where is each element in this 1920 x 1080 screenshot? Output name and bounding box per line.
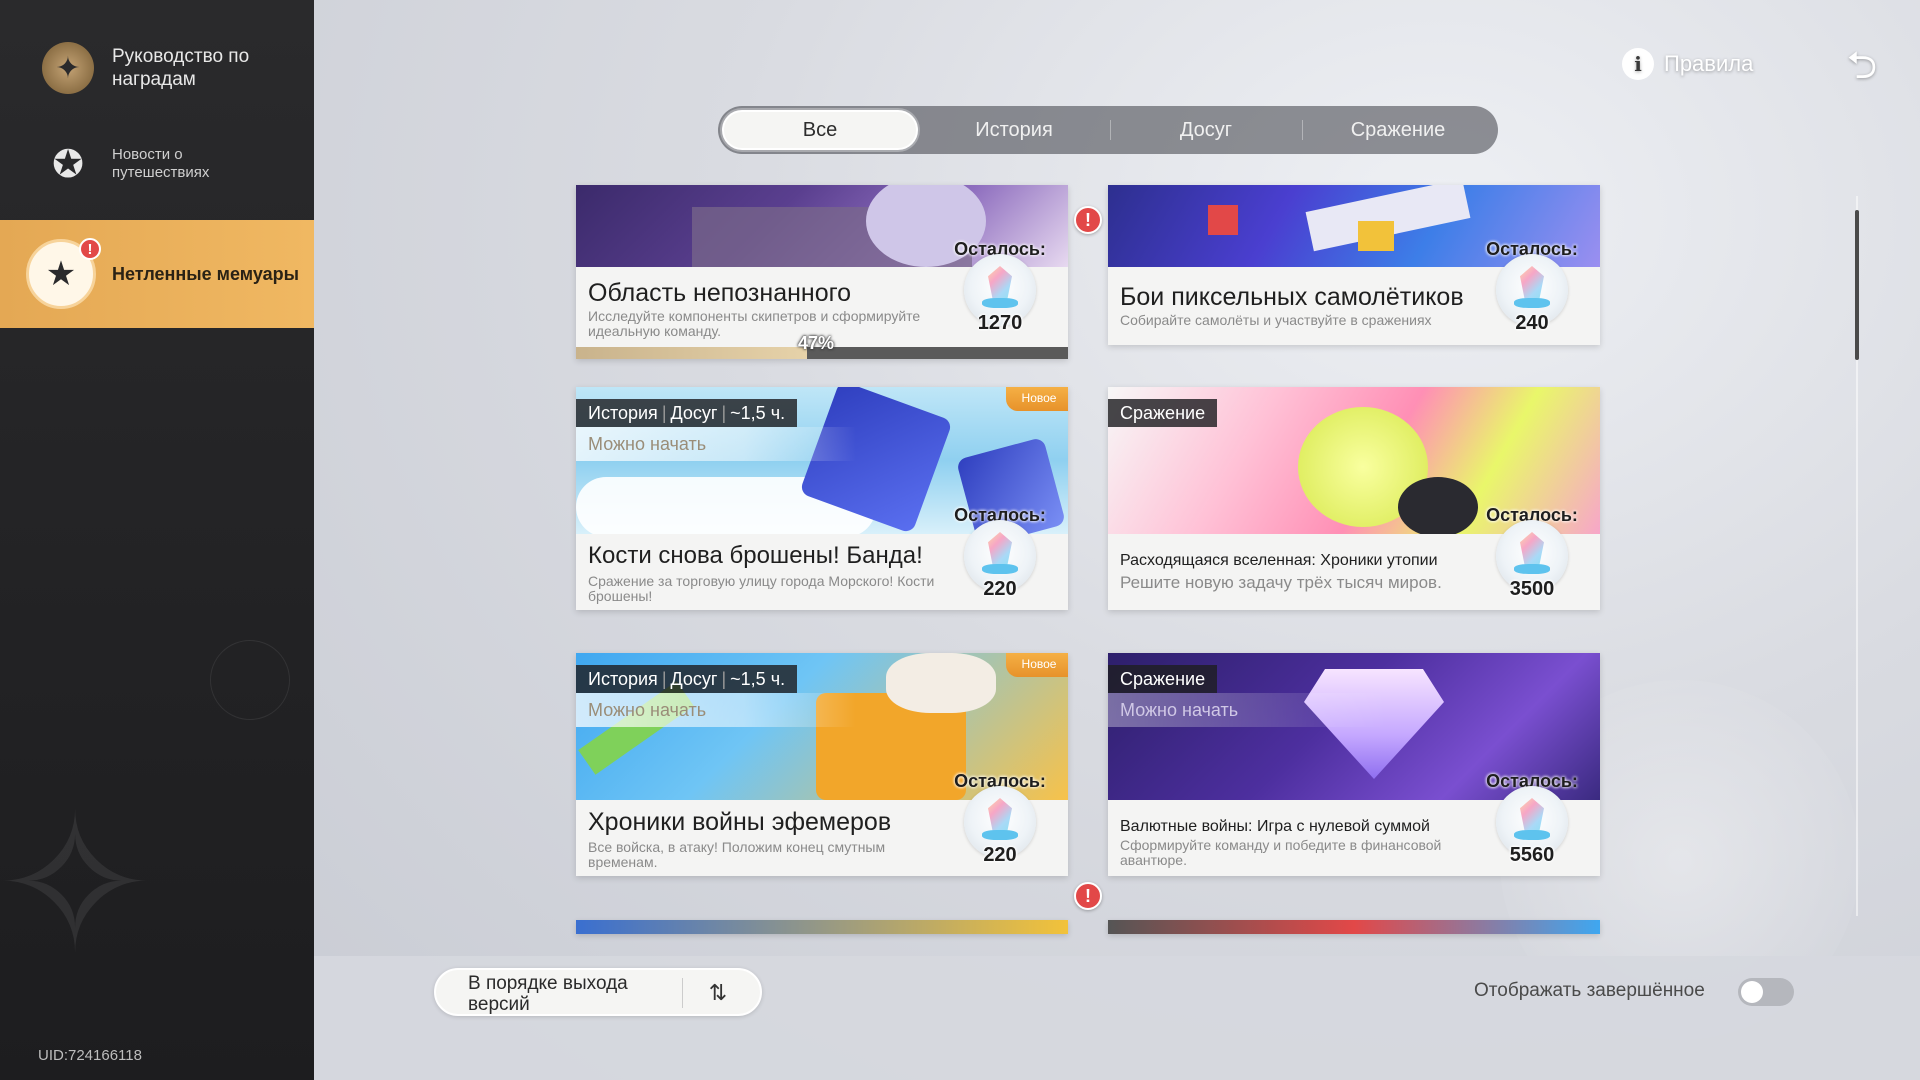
new-badge: Новое [1006,653,1068,677]
event-card-dice[interactable]: История | Досуг | ~1,5 ч. Можно начать Новое… [576,387,1068,610]
remaining-reward: Осталось: 1270 [950,239,1050,335]
sidebar-item-memoirs[interactable]: ★ ! Нетленные мемуары [0,220,314,328]
category-chip: История | Досуг | ~1,5 ч. [576,665,798,693]
chip-divider: | [661,403,667,423]
sort-toggle-icon[interactable]: ⇅ [698,978,738,1008]
event-card-currency-wars[interactable]: Сражение Можно начать Валютные войны: Иг… [1108,653,1600,876]
tab-label: Досуг [1179,118,1233,141]
remaining-reward: Осталось: 3500 [1482,505,1582,601]
pixel-block [1358,221,1394,251]
rules-label: Правила [1664,51,1754,76]
sidebar: ✦ Руководство по наградам ✪ Новости о пу… [0,0,314,1080]
chip-label: Сражение [1120,403,1206,423]
event-card-partial[interactable] [1108,920,1600,934]
compass-star-icon: ✦ [42,42,94,94]
can-start-label: Можно начать [576,427,856,461]
can-start-label: Можно начать [1108,693,1388,727]
card-description: Решите новую задачу трёх тысяч миров. [1120,573,1442,592]
sidebar-item-reward-guide[interactable]: ✦ Руководство по наградам [0,36,314,100]
chip-label: История [588,403,658,423]
chip-label: Досуг [670,669,718,689]
chip-label: Сражение [1120,669,1206,689]
remaining-value: 5560 [1509,844,1555,866]
event-card-pixel-planes[interactable]: Бои пиксельных самолётиков Собирайте сам… [1108,185,1600,345]
chip-divider: | [661,669,667,689]
alert-badge: ! [79,238,101,260]
sidebar-item-travel-news[interactable]: ✪ Новости о путешествиях [0,132,314,196]
chip-divider: | [721,403,727,423]
skull-hat [886,653,996,713]
card-description: Все войска, в атаку! Положим конец смутн… [588,839,886,870]
sidebar-item-label: Нетленные мемуары [112,263,300,284]
sort-label: В порядке выхода версий [468,973,628,1015]
event-card-ephemera-war[interactable]: История | Досуг | ~1,5 ч. Можно начать Новое… [576,653,1068,876]
compass-decoration-icon: ✧ [0,779,155,991]
card-title: Область непознанного [588,279,852,307]
star-orbit-icon: ✪ [52,143,84,186]
tab-label: Сражение [1350,118,1446,141]
progress-fill [576,347,808,359]
card-title: Бои пиксельных самолётиков [1120,283,1464,311]
tab-separator [1110,120,1111,140]
chip-label: ~1,5 ч. [730,669,786,689]
remaining-reward: Осталось: 240 [1482,239,1582,335]
remaining-reward: Осталось: 5560 [1482,771,1582,867]
sort-divider [682,978,683,1008]
tab-label: История [975,118,1053,141]
card-title: Хроники войны эфемеров [588,808,892,836]
new-badge: Новое [1006,387,1068,411]
event-card-unknown-realm[interactable]: Область непознанного Исследуйте компонен… [576,185,1068,359]
card-description: Собирайте самолёты и участвуйте в сражен… [1120,312,1432,328]
chip-label: История [588,669,658,689]
chip-divider: | [721,669,727,689]
remaining-value: 240 [1515,312,1549,334]
category-tabs: Все История Досуг Сражение [718,106,1498,154]
tab-all[interactable]: Все [722,110,918,150]
card-title: Валютные войны: Игра с нулевой суммой [1120,818,1430,835]
category-chip: Сражение [1108,399,1218,427]
pixel-block [1208,205,1238,235]
alert-icon: ! [1074,206,1102,234]
remaining-reward: Осталось: 220 [950,505,1050,601]
info-icon: i [1622,48,1654,80]
remaining-value: 220 [983,578,1017,600]
sidebar-item-label: Руководство по наградам [112,46,250,90]
uid-label: UID:724166118 [38,1047,142,1064]
remaining-reward: Осталось: 220 [950,771,1050,867]
event-card-divergent-universe[interactable]: Сражение Расходящаяся вселенная: Хроники… [1108,387,1600,610]
show-completed-toggle[interactable] [1738,978,1794,1006]
remaining-value: 1270 [977,312,1023,334]
progress-bar: 47% [576,333,1068,359]
card-description: Сформируйте команду и победите в финансо… [1120,837,1442,868]
chip-label: Досуг [670,403,718,423]
tab-battle[interactable]: Сражение [1302,110,1494,150]
chip-label: ~1,5 ч. [730,403,786,423]
decorative-ring [210,640,290,720]
scrollbar-thumb[interactable] [1855,210,1859,360]
can-start-label: Можно начать [576,693,856,727]
card-description: Сражение за торговую улицу города Морско… [588,573,935,604]
alert-icon: ! [1074,882,1102,910]
tab-separator [1302,120,1303,140]
progress-percent: 47% [798,333,835,353]
toggle-knob [1741,981,1763,1003]
category-chip: Сражение [1108,665,1218,693]
card-description: Исследуйте компоненты скипетров и сформи… [588,308,921,339]
dark-creature [1398,477,1478,537]
tab-leisure[interactable]: Досуг [1110,110,1302,150]
memoir-star-icon: ★ ! [26,238,101,309]
remaining-value: 3500 [1509,578,1555,600]
card-title: Расходящаяся вселенная: Хроники утопии [1120,552,1438,569]
show-completed-label: Отображать завершённое [1474,980,1705,1001]
remaining-value: 220 [983,844,1017,866]
sort-order-button[interactable]: В порядке выхода версий ⇅ [434,968,762,1016]
card-title: Кости снова брошены! Банда! [588,542,923,569]
back-icon[interactable]: ⮌ [1840,44,1884,88]
rules-button[interactable]: i Правила [1622,48,1753,80]
category-chip: История | Досуг | ~1,5 ч. [576,399,798,427]
sidebar-item-label: Новости о путешествиях [112,146,210,181]
event-card-partial[interactable] [576,920,1068,934]
tab-story[interactable]: История [918,110,1110,150]
